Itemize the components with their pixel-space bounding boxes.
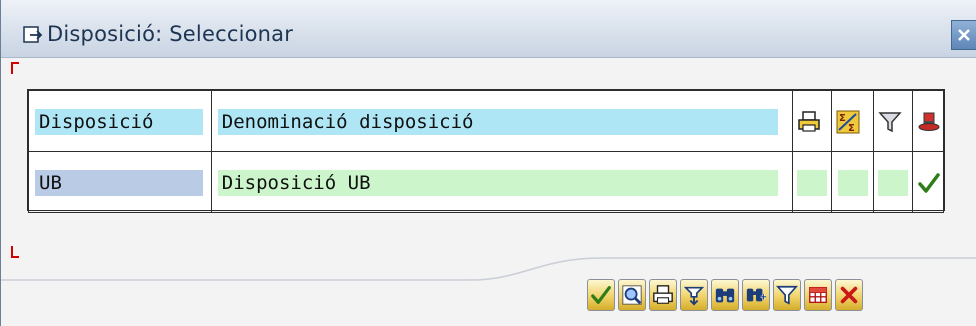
corner-mark-top-h	[11, 62, 19, 64]
print-icon	[653, 285, 673, 304]
find-button[interactable]	[711, 279, 739, 311]
table-row[interactable]: UB Disposició UB	[28, 151, 945, 213]
cancel-button[interactable]	[835, 279, 863, 311]
close-icon	[958, 29, 970, 41]
header-cell-layout[interactable]: Disposició	[28, 90, 212, 152]
dialog-window: Disposició: Seleccionar Disposició Denom…	[0, 0, 976, 326]
print-button[interactable]	[649, 279, 677, 311]
filter-button[interactable]	[773, 279, 801, 311]
close-button[interactable]	[951, 20, 976, 50]
header-cell-print[interactable]	[792, 90, 833, 152]
search-icon	[622, 285, 642, 305]
row-cell-sum	[831, 151, 874, 213]
filter-icon	[877, 112, 902, 133]
layout-table: Disposició Denominació disposició Σ Σ UB…	[27, 89, 945, 213]
row-label-layout: UB	[39, 172, 62, 194]
find-next-button[interactable]	[742, 279, 770, 311]
confirm-button[interactable]	[587, 279, 615, 311]
footer-separator	[1, 257, 976, 281]
svg-text:Σ: Σ	[839, 113, 846, 124]
sort-icon	[683, 286, 705, 306]
header-cell-hat[interactable]	[911, 90, 945, 152]
print-icon	[798, 111, 821, 132]
header-cell-description[interactable]: Denominació disposició	[210, 90, 794, 152]
row-cell-filter	[872, 151, 913, 213]
sum-icon: Σ Σ	[836, 110, 860, 134]
sort-button[interactable]	[680, 279, 708, 311]
default-checkmark-icon	[918, 173, 940, 193]
row-label-description: Disposició UB	[221, 172, 371, 194]
header-label-description: Denominació disposició	[221, 111, 474, 133]
header-cell-sum[interactable]: Σ Σ	[831, 90, 874, 152]
row-cell-print	[792, 151, 833, 213]
table-header-row: Disposició Denominació disposició Σ Σ	[28, 90, 945, 152]
table-settings-icon	[809, 286, 827, 304]
find-next-icon	[746, 288, 767, 302]
details-button[interactable]	[618, 279, 646, 311]
window-title: Disposició: Seleccionar	[47, 22, 294, 46]
filter-icon	[776, 285, 798, 305]
dialog-toolbar	[587, 279, 863, 313]
hat-icon	[918, 112, 940, 131]
window-icon	[23, 26, 43, 43]
row-cell-description[interactable]: Disposició UB	[210, 151, 794, 213]
row-cell-layout[interactable]: UB	[28, 151, 212, 213]
checkmark-icon	[591, 286, 611, 304]
title-bar: Disposició: Seleccionar	[1, 0, 976, 58]
find-icon	[715, 288, 735, 303]
header-label-layout: Disposició	[39, 111, 154, 133]
header-cell-filter[interactable]	[872, 90, 913, 152]
table-settings-button[interactable]	[804, 279, 832, 311]
cancel-icon	[840, 286, 858, 304]
row-cell-default[interactable]	[911, 151, 945, 213]
svg-text:Σ: Σ	[848, 123, 855, 134]
